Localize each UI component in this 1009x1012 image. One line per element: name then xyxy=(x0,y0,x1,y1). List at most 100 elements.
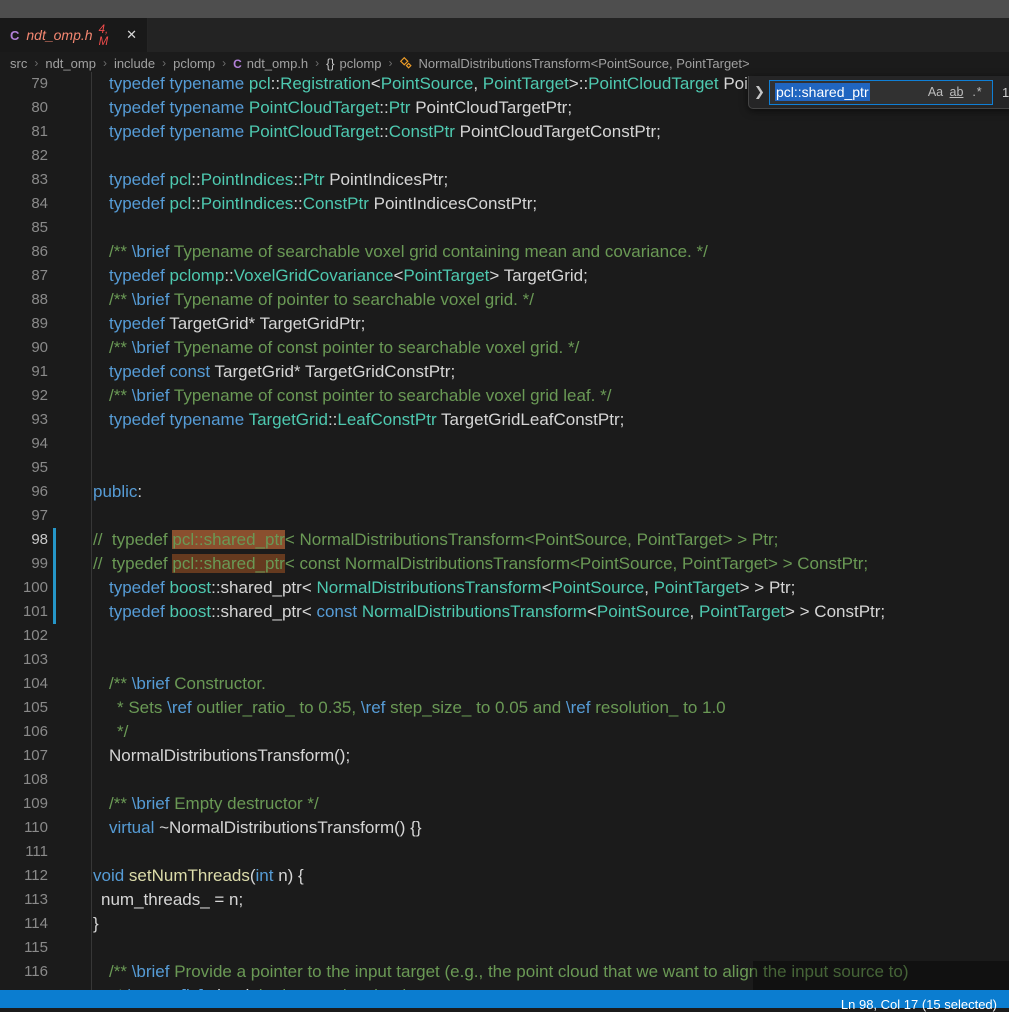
code-line[interactable]: 113 num_threads_ = n; xyxy=(0,888,1009,912)
line-number[interactable]: 101 xyxy=(0,600,48,624)
overlay-shadow xyxy=(753,961,1009,990)
line-number[interactable]: 88 xyxy=(0,288,48,312)
line-number[interactable]: 106 xyxy=(0,720,48,744)
code-line[interactable]: 105 * Sets \ref outlier_ratio_ to 0.35, \… xyxy=(0,696,1009,720)
breadcrumb-item[interactable]: ndt_omp xyxy=(45,56,96,71)
line-number[interactable]: 97 xyxy=(0,504,48,528)
line-number[interactable]: 98 xyxy=(0,528,48,552)
code-line[interactable]: 106 */ xyxy=(0,720,1009,744)
code-text: typedef typename pcl::Registration<Point… xyxy=(109,74,858,93)
code-line[interactable]: 101 typedef boost::shared_ptr< const Norm… xyxy=(0,600,1009,624)
line-number[interactable]: 113 xyxy=(0,888,48,912)
code-line[interactable]: 109 /** \brief Empty destructor */ xyxy=(0,792,1009,816)
line-number[interactable]: 87 xyxy=(0,264,48,288)
code-line[interactable]: 85 xyxy=(0,216,1009,240)
code-line[interactable]: 112 void setNumThreads(int n) { xyxy=(0,864,1009,888)
line-number[interactable]: 102 xyxy=(0,624,48,648)
line-number[interactable]: 107 xyxy=(0,744,48,768)
line-number[interactable]: 91 xyxy=(0,360,48,384)
tab-ndt-omp-h[interactable]: C ndt_omp.h 4, M ✕ xyxy=(0,18,148,52)
line-number[interactable]: 108 xyxy=(0,768,48,792)
line-number[interactable]: 110 xyxy=(0,816,48,840)
code-line[interactable]: 99 // typedef pcl::shared_ptr< const Norm… xyxy=(0,552,1009,576)
breadcrumb-item[interactable]: include xyxy=(114,56,155,71)
line-number[interactable]: 99 xyxy=(0,552,48,576)
code-line[interactable]: 98 // typedef pcl::shared_ptr< NormalDist… xyxy=(0,528,1009,552)
git-modified-indicator[interactable] xyxy=(53,576,56,600)
git-modified-indicator[interactable] xyxy=(53,552,56,576)
code-line[interactable]: 82 xyxy=(0,144,1009,168)
line-number[interactable]: 86 xyxy=(0,240,48,264)
code-line[interactable]: 88 /** \brief Typename of pointer to sear… xyxy=(0,288,1009,312)
whole-word-button[interactable]: ab xyxy=(946,85,967,99)
code-line[interactable]: 86 /** \brief Typename of searchable voxe… xyxy=(0,240,1009,264)
breadcrumb-label: pclomp xyxy=(339,55,382,71)
code-line[interactable]: 95 xyxy=(0,456,1009,480)
code-text: typedef pclomp::VoxelGridCovariance<Poin… xyxy=(109,266,588,285)
code-line[interactable]: 87 typedef pclomp::VoxelGridCovariance<Po… xyxy=(0,264,1009,288)
code-text: /** \brief Typename of searchable voxel … xyxy=(109,242,708,261)
line-number[interactable]: 95 xyxy=(0,456,48,480)
code-line[interactable]: 100 typedef boost::shared_ptr< NormalDist… xyxy=(0,576,1009,600)
code-line[interactable]: 89 typedef TargetGrid* TargetGridPtr; xyxy=(0,312,1009,336)
code-line[interactable]: 83 typedef pcl::PointIndices::Ptr PointIn… xyxy=(0,168,1009,192)
line-number[interactable]: 94 xyxy=(0,432,48,456)
code-line[interactable]: 96 public: xyxy=(0,480,1009,504)
code-line[interactable]: 102 xyxy=(0,624,1009,648)
code-line[interactable]: 91 typedef const TargetGrid* TargetGridCo… xyxy=(0,360,1009,384)
code-line[interactable]: 104 /** \brief Constructor. xyxy=(0,672,1009,696)
line-number[interactable]: 89 xyxy=(0,312,48,336)
tab-close-icon[interactable]: ✕ xyxy=(126,27,137,43)
line-number[interactable]: 105 xyxy=(0,696,48,720)
line-number[interactable]: 93 xyxy=(0,408,48,432)
find-expand-chevron-icon[interactable]: ❯ xyxy=(754,84,769,100)
line-number[interactable]: 114 xyxy=(0,912,48,936)
code-text: */ xyxy=(117,722,129,741)
line-number[interactable]: 100 xyxy=(0,576,48,600)
line-number[interactable]: 111 xyxy=(0,840,48,864)
code-line[interactable]: 94 xyxy=(0,432,1009,456)
code-line[interactable]: 81 typedef typename PointCloudTarget::Con… xyxy=(0,120,1009,144)
regex-button[interactable]: .* xyxy=(967,85,988,99)
breadcrumb-item[interactable]: {} pclomp xyxy=(326,56,381,71)
breadcrumb-item[interactable]: Cndt_omp.h xyxy=(233,56,308,71)
code-line[interactable]: 92 /** \brief Typename of const pointer t… xyxy=(0,384,1009,408)
line-number[interactable]: 92 xyxy=(0,384,48,408)
code-line[interactable]: 97 xyxy=(0,504,1009,528)
code-line[interactable]: 114} xyxy=(0,912,1009,936)
line-number[interactable]: 115 xyxy=(0,936,48,960)
line-number[interactable]: 85 xyxy=(0,216,48,240)
code-line[interactable]: 110 virtual ~NormalDistributionsTransform… xyxy=(0,816,1009,840)
code-line[interactable]: 90 /** \brief Typename of const pointer t… xyxy=(0,336,1009,360)
line-number[interactable]: 81 xyxy=(0,120,48,144)
git-modified-indicator[interactable] xyxy=(53,600,56,624)
code-line[interactable]: 111 xyxy=(0,840,1009,864)
find-input[interactable]: pcl::shared_ptr Aa ab .* xyxy=(769,79,993,105)
breadcrumb-item[interactable]: src xyxy=(10,56,27,71)
line-number[interactable]: 112 xyxy=(0,864,48,888)
code-line[interactable]: 108 xyxy=(0,768,1009,792)
line-number[interactable]: 116 xyxy=(0,960,48,984)
breadcrumb-item[interactable]: NormalDistributionsTransform<PointSource… xyxy=(399,56,750,71)
find-match-count: 1 xyxy=(1002,84,1009,100)
line-number[interactable]: 84 xyxy=(0,192,48,216)
code-line[interactable]: 115 xyxy=(0,936,1009,960)
code-line[interactable]: 93 typedef typename TargetGrid::LeafConst… xyxy=(0,408,1009,432)
line-number[interactable]: 82 xyxy=(0,144,48,168)
line-number[interactable]: 83 xyxy=(0,168,48,192)
line-number[interactable]: 96 xyxy=(0,480,48,504)
line-number[interactable]: 79 xyxy=(0,72,48,96)
line-number[interactable]: 104 xyxy=(0,672,48,696)
status-cursor-position[interactable]: Ln 98, Col 17 (15 selected) xyxy=(841,997,1009,1012)
code-text: typedef boost::shared_ptr< NormalDistrib… xyxy=(109,578,796,597)
line-number[interactable]: 109 xyxy=(0,792,48,816)
line-number[interactable]: 103 xyxy=(0,648,48,672)
code-line[interactable]: 107 NormalDistributionsTransform(); xyxy=(0,744,1009,768)
git-modified-indicator[interactable] xyxy=(53,528,56,552)
match-case-button[interactable]: Aa xyxy=(925,85,946,99)
line-number[interactable]: 90 xyxy=(0,336,48,360)
breadcrumb-item[interactable]: pclomp xyxy=(173,56,215,71)
code-line[interactable]: 103 xyxy=(0,648,1009,672)
line-number[interactable]: 80 xyxy=(0,96,48,120)
code-line[interactable]: 84 typedef pcl::PointIndices::ConstPtr Po… xyxy=(0,192,1009,216)
